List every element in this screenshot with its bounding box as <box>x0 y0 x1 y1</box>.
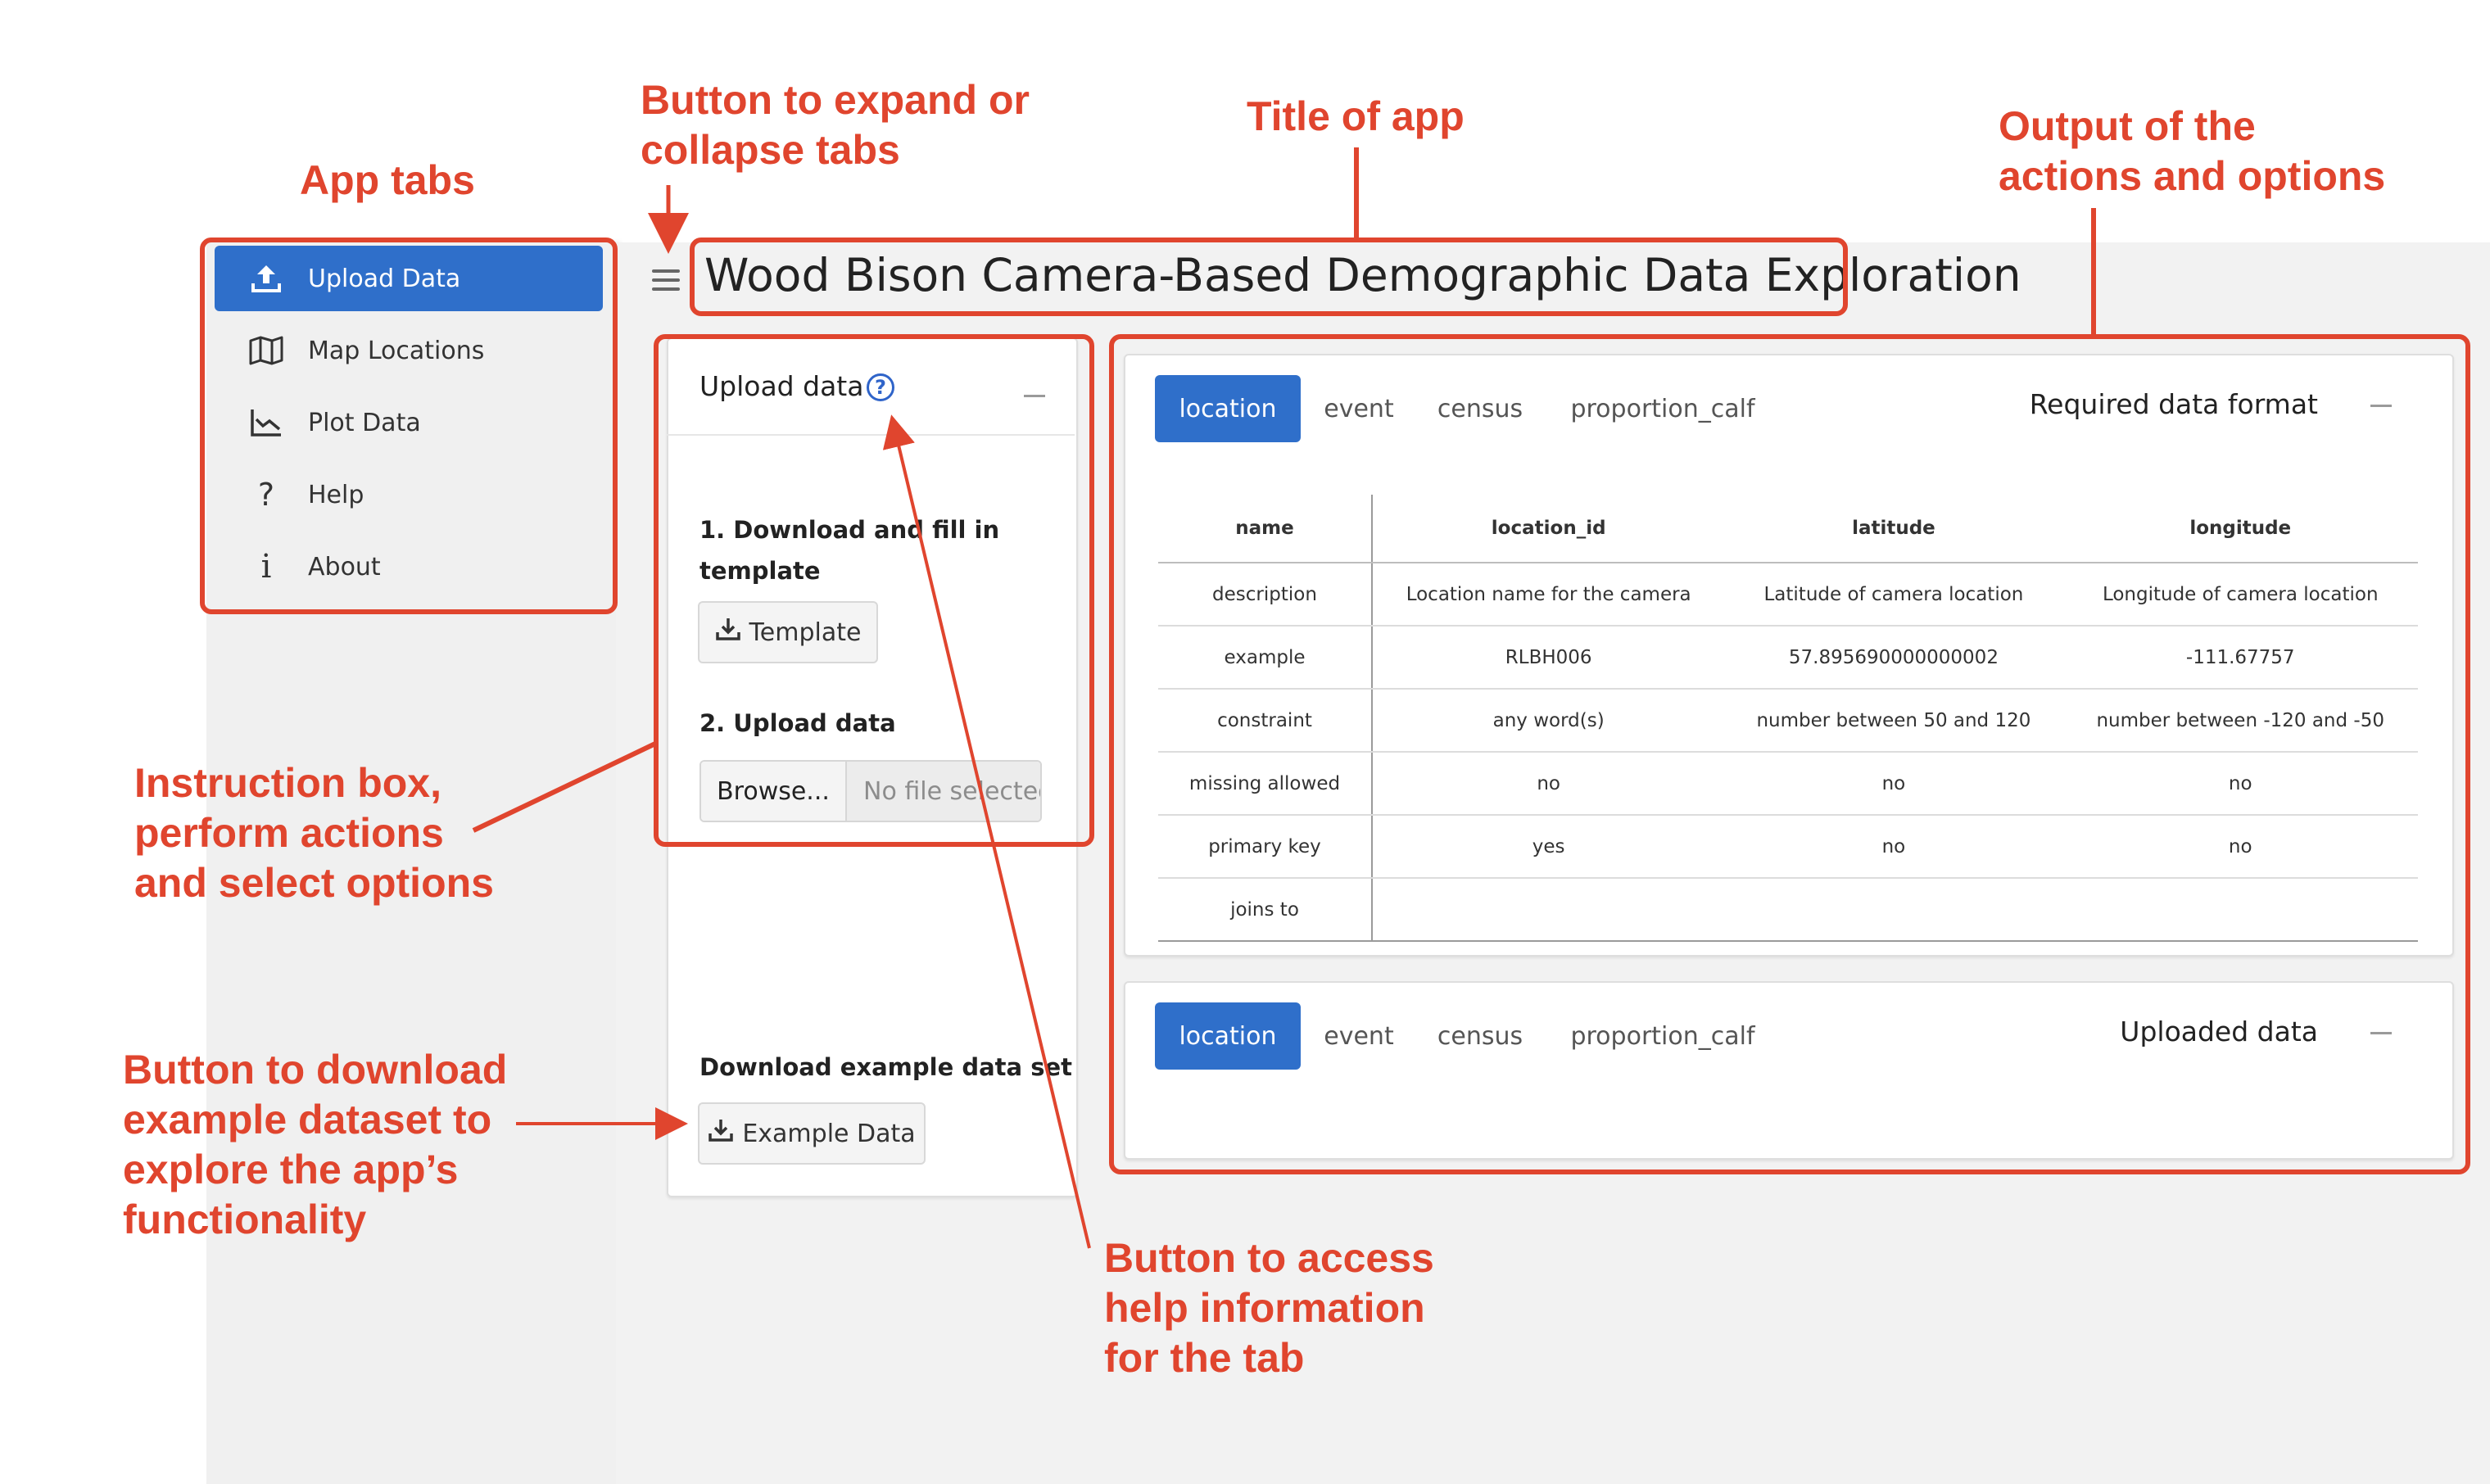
annotation-line: example dataset to <box>123 1097 492 1142</box>
annotation-line: Button to download <box>123 1047 508 1093</box>
annotation-help-button: Button to access help information for th… <box>1104 1233 1434 1383</box>
annotation-download-example: Button to download example dataset to ex… <box>123 1045 507 1245</box>
annotation-line: explore the app’s <box>123 1147 459 1192</box>
annotation-line: for the tab <box>1104 1335 1305 1381</box>
annotation-app-tabs: App tabs <box>300 157 475 203</box>
annotation-output: Output of the actions and options <box>1999 102 2385 201</box>
annotation-instruction-box: Instruction box, perform actions and sel… <box>134 758 494 908</box>
annotation-line: Button to access <box>1104 1235 1434 1281</box>
annotation-line: functionality <box>123 1197 367 1242</box>
annotation-line: and select options <box>134 860 494 906</box>
annotation-expand-collapse: Button to expand or collapse tabs <box>641 75 1030 175</box>
annotation-line: Output of the <box>1999 103 2256 149</box>
annotation-line: help information <box>1104 1285 1425 1331</box>
annotation-line: collapse tabs <box>641 127 900 173</box>
annotation-line: actions and options <box>1999 153 2386 199</box>
annotation-title-of-app: Title of app <box>1247 93 1465 139</box>
annotation-line: perform actions <box>134 810 444 856</box>
annotation-line: Instruction box, <box>134 760 441 806</box>
annotation-line: Button to expand or <box>641 77 1030 123</box>
